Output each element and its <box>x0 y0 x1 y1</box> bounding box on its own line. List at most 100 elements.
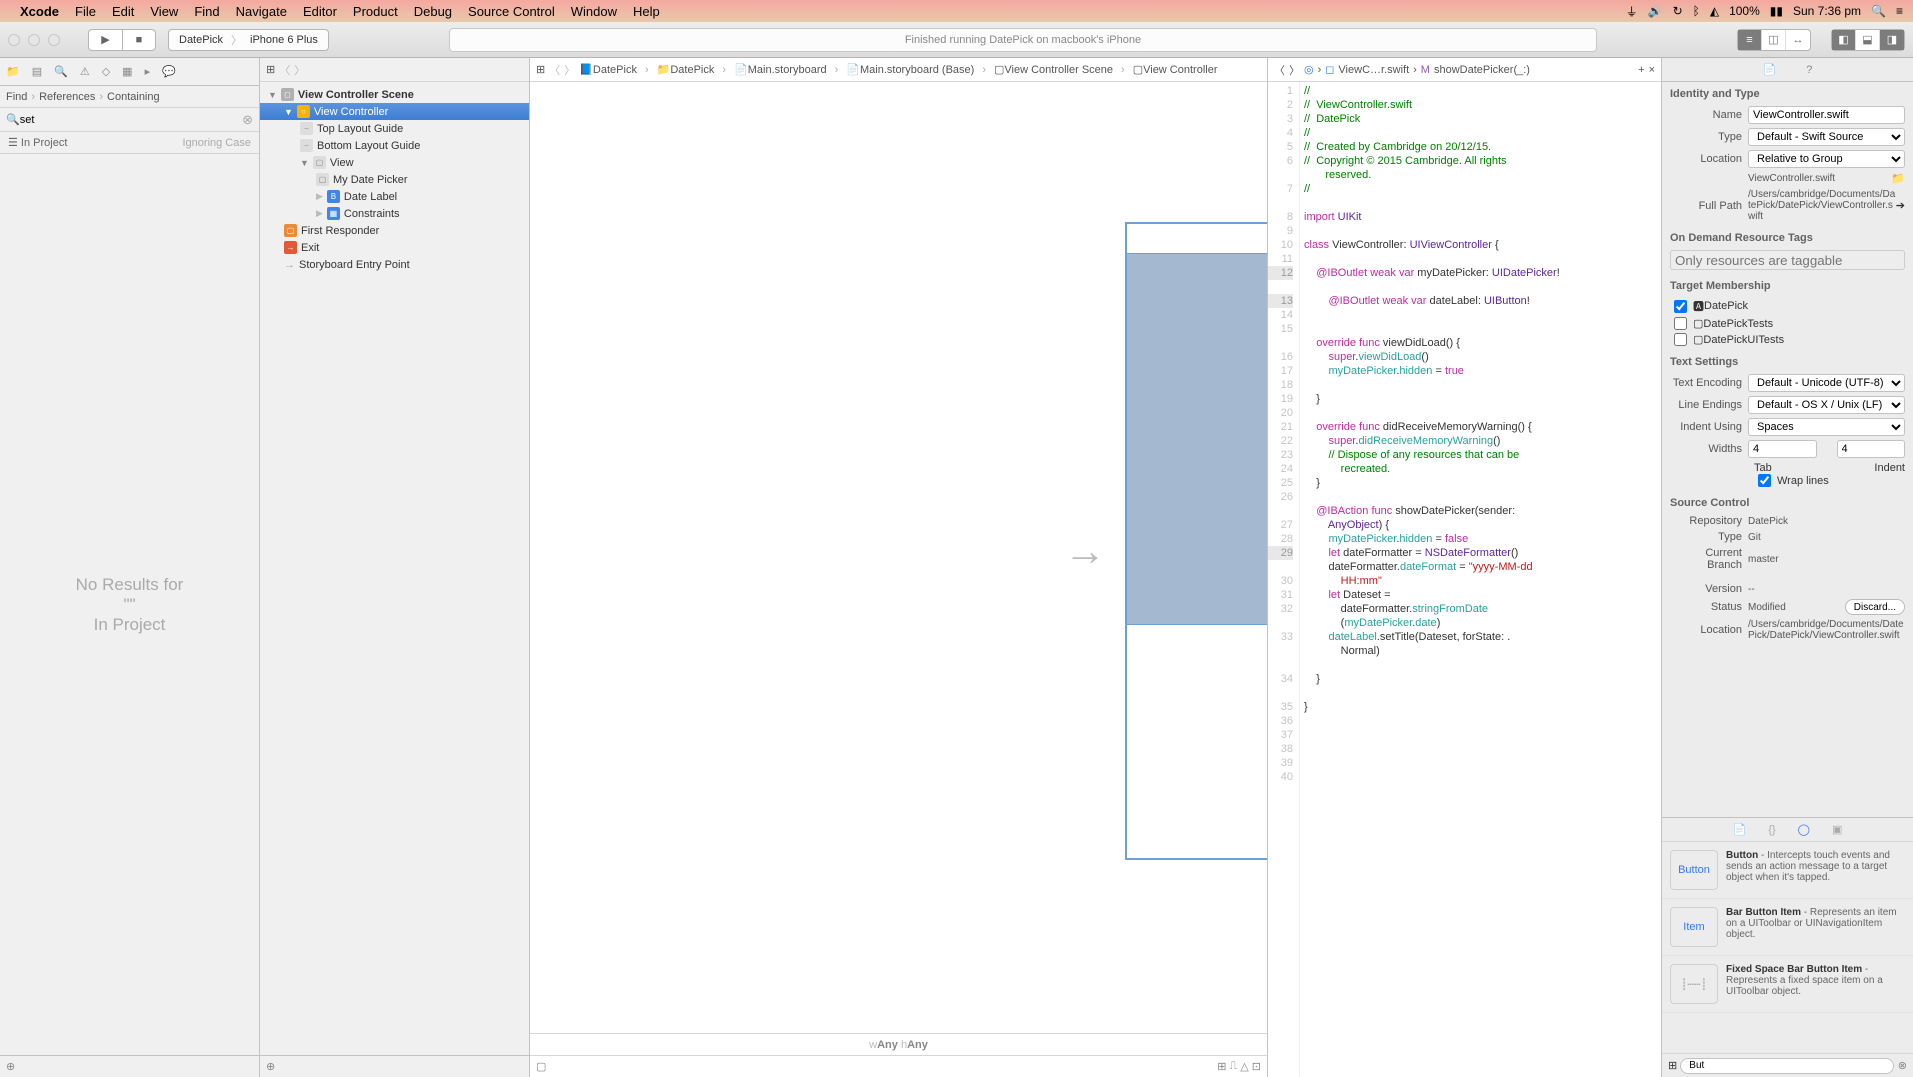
menu-find[interactable]: Find <box>194 4 219 19</box>
size-class-bar[interactable]: wAny hAny <box>530 1033 1267 1055</box>
sync-icon[interactable]: ↻ <box>1673 4 1683 18</box>
jump-bar[interactable]: ⊞ 〈 〉 📘 DatePick› 📁 DatePick› 📄 Main.sto… <box>530 58 1267 82</box>
back-icon[interactable]: 〈 <box>279 62 290 78</box>
menu-edit[interactable]: Edit <box>112 4 134 19</box>
wifi-icon2[interactable]: ◭ <box>1710 4 1719 18</box>
name-field[interactable] <box>1748 106 1905 124</box>
bottom-panel-icon[interactable]: ⬓ <box>1856 30 1880 50</box>
outline-view[interactable]: ▼▢View <box>260 154 529 171</box>
related-icon[interactable]: ⊞ <box>536 63 545 76</box>
outline-first-responder[interactable]: ▢First Responder <box>260 222 529 239</box>
automatic-icon[interactable]: ◎ <box>1304 63 1314 76</box>
project-nav-icon[interactable]: 📁 <box>6 65 20 78</box>
scene-dock[interactable] <box>1125 222 1267 254</box>
library-item-barbutton[interactable]: Item Bar Button Item - Represents an ite… <box>1662 899 1913 956</box>
lower-view[interactable]: Button <box>1125 624 1267 860</box>
resolve-icon[interactable]: △ <box>1240 1060 1248 1073</box>
menu-app[interactable]: Xcode <box>20 4 59 19</box>
symbol-nav-icon[interactable]: ▤ <box>32 65 42 78</box>
media-library-icon[interactable]: ▣ <box>1832 823 1842 836</box>
menu-editor[interactable]: Editor <box>303 4 337 19</box>
interface-builder-canvas: ⊞ 〈 〉 📘 DatePick› 📁 DatePick› 📄 Main.sto… <box>530 58 1267 1077</box>
menu-source-control[interactable]: Source Control <box>468 4 555 19</box>
outline-top-guide[interactable]: ⎯Top Layout Guide <box>260 120 529 137</box>
filter-icon[interactable]: ⊕ <box>266 1060 275 1073</box>
location-select[interactable]: Relative to Group <box>1748 150 1905 168</box>
outline-entry[interactable]: →Storyboard Entry Point <box>260 256 529 273</box>
file-template-icon[interactable]: 📄 <box>1733 823 1747 836</box>
window-zoom[interactable] <box>48 34 60 46</box>
report-nav-icon[interactable]: 💬 <box>162 65 176 78</box>
assistant-editor-icon[interactable]: ◫ <box>1762 30 1786 50</box>
library-item-button[interactable]: Button Button - Intercepts touch events … <box>1662 842 1913 899</box>
outline-scene[interactable]: View Controller Scene <box>298 89 414 101</box>
type-select[interactable]: Default - Swift Source <box>1748 128 1905 146</box>
close-assistant-icon[interactable]: × <box>1649 64 1655 76</box>
reveal-icon[interactable]: ➔ <box>1896 199 1905 212</box>
pin-icon[interactable]: ⎍ <box>1229 1060 1237 1073</box>
target-datepick-check[interactable] <box>1674 300 1687 313</box>
filter-icon[interactable]: ⊕ <box>6 1060 15 1073</box>
resize-icon[interactable]: ⊡ <box>1252 1060 1261 1073</box>
wifi-icon[interactable]: ⏚ <box>1626 3 1638 20</box>
target-uitests-check[interactable] <box>1674 333 1687 346</box>
wrap-lines-check[interactable] <box>1758 474 1771 487</box>
menu-window[interactable]: Window <box>571 4 617 19</box>
standard-editor-icon[interactable]: ≡ <box>1738 30 1762 50</box>
search-input[interactable] <box>20 114 242 126</box>
run-button[interactable]: ▶ <box>88 29 122 51</box>
outline-constraints[interactable]: ▶▦Constraints <box>260 205 529 222</box>
library-filter-input[interactable] <box>1680 1058 1894 1074</box>
find-scope-bar[interactable]: Find› References› Containing <box>0 86 259 108</box>
outline-viewcontroller[interactable]: ▼○View Controller <box>260 103 529 120</box>
folder-icon[interactable]: 📁 <box>1891 172 1905 185</box>
spotlight-icon[interactable]: 🔍 <box>1871 4 1886 18</box>
clock[interactable]: Sun 7:36 pm <box>1793 4 1861 18</box>
menu-product[interactable]: Product <box>353 4 398 19</box>
align-icon[interactable]: ⊞ <box>1217 1060 1226 1073</box>
stop-button[interactable]: ■ <box>122 29 156 51</box>
volume-icon[interactable]: 🔊 <box>1648 4 1663 18</box>
device-frame[interactable]: Date Picker Button <box>1125 222 1267 862</box>
related-icon[interactable]: ⊞ <box>266 63 275 76</box>
breakpoint-nav-icon[interactable]: ▸ <box>145 65 151 78</box>
menu-file[interactable]: File <box>75 4 96 19</box>
window-minimize[interactable] <box>28 34 40 46</box>
window-close[interactable] <box>8 34 20 46</box>
left-panel-icon[interactable]: ◧ <box>1832 30 1856 50</box>
discard-button[interactable]: Discard... <box>1845 599 1905 615</box>
target-tests-check[interactable] <box>1674 317 1687 330</box>
test-nav-icon[interactable]: ◇ <box>102 65 110 78</box>
grid-view-icon[interactable]: ⊞ <box>1668 1059 1677 1072</box>
assistant-jump-bar[interactable]: 〈〉 ◎› ◻ ViewC…r.swift› M showDatePicker(… <box>1268 58 1661 82</box>
menu-view[interactable]: View <box>150 4 178 19</box>
outline-picker[interactable]: ▢My Date Picker <box>260 171 529 188</box>
menu-debug[interactable]: Debug <box>414 4 452 19</box>
outline-datelabel[interactable]: ▶BDate Label <box>260 188 529 205</box>
version-editor-icon[interactable]: ↔ <box>1786 30 1810 50</box>
file-inspector-icon[interactable]: 📄 <box>1763 63 1777 76</box>
menu-navigate[interactable]: Navigate <box>236 4 287 19</box>
line-gutter[interactable]: 1234567 891011121314 1516171819202122 23… <box>1268 82 1300 1077</box>
object-library-icon[interactable]: ◯ <box>1798 823 1810 836</box>
source-code[interactable]: // // ViewController.swift // DatePick /… <box>1300 82 1661 1077</box>
scheme-selector[interactable]: DatePick 〉 iPhone 6 Plus <box>168 29 329 51</box>
add-assistant-icon[interactable]: + <box>1638 64 1644 76</box>
right-panel-icon[interactable]: ◨ <box>1880 30 1904 50</box>
clear-icon[interactable]: ⊗ <box>242 112 253 128</box>
code-snippet-icon[interactable]: {} <box>1768 824 1775 836</box>
menu-help[interactable]: Help <box>633 4 660 19</box>
forward-icon[interactable]: 〉 <box>294 62 305 78</box>
find-nav-icon[interactable]: 🔍 <box>54 65 68 78</box>
debug-nav-icon[interactable]: ▦ <box>122 65 132 78</box>
outline-toggle-icon[interactable]: ▢ <box>536 1060 546 1073</box>
outline-bottom-guide[interactable]: ⎯Bottom Layout Guide <box>260 137 529 154</box>
notification-icon[interactable]: ≡ <box>1896 4 1903 18</box>
outline-exit[interactable]: →Exit <box>260 239 529 256</box>
quick-help-icon[interactable]: ? <box>1806 64 1812 76</box>
date-picker-view[interactable]: Date Picker <box>1125 254 1267 624</box>
issue-nav-icon[interactable]: ⚠ <box>80 65 90 78</box>
bluetooth-icon[interactable]: ᛒ <box>1693 4 1700 18</box>
library-item-fixedspace[interactable]: ┊┄┄┊ Fixed Space Bar Button Item - Repre… <box>1662 956 1913 1013</box>
clear-filter-icon[interactable]: ⊗ <box>1898 1059 1907 1072</box>
